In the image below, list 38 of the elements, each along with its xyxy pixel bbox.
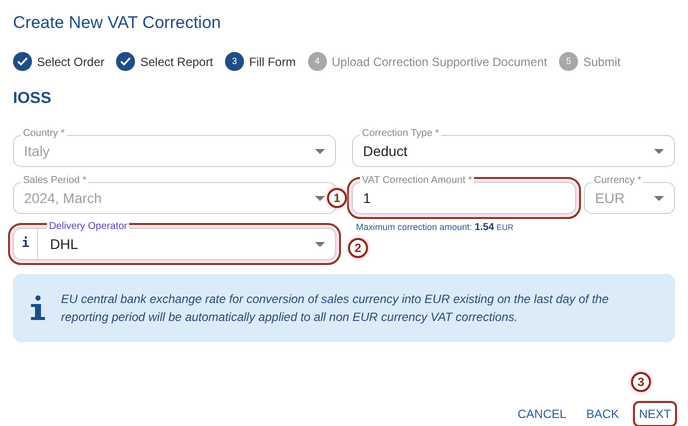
step-number: 4	[308, 52, 327, 71]
callout-number: 3	[630, 372, 651, 392]
field-value: 1	[362, 188, 372, 208]
prefix-label: i	[14, 229, 38, 259]
field-label: Correction Type *	[360, 128, 442, 140]
check-icon	[116, 52, 136, 71]
step-label: Fill Form	[249, 54, 296, 70]
check-icon	[13, 52, 32, 71]
step-label: Submit	[583, 54, 621, 70]
info-icon	[29, 295, 47, 321]
field-label: Country *	[21, 128, 67, 140]
field-label: VAT Correction Amount *	[360, 175, 474, 187]
dropdown-caret-icon	[315, 242, 325, 246]
step-label: Select Order	[37, 54, 104, 70]
dropdown-caret-icon	[654, 148, 664, 154]
footer-button[interactable]: NEXT	[634, 403, 675, 425]
field-value: Italy	[23, 142, 51, 161]
dropdown-caret-icon	[654, 196, 664, 200]
dropdown-caret-icon	[315, 148, 325, 154]
footer-button[interactable]: BACK	[582, 403, 623, 425]
step-number: 5	[559, 52, 578, 71]
callout-number: 1	[327, 188, 347, 208]
dropdown-caret-icon	[315, 196, 325, 200]
info-text: EU central bank exchange rate for conversion of sales currency into EUR existing on the last day of the reporting period will be automatically applied to all non EUR currency VAT corrections.	[61, 291, 610, 326]
field-label: Delivery Operator	[47, 221, 130, 233]
step-label: Select Report	[140, 54, 214, 70]
step-label: Upload Correction Supportive Document	[332, 54, 548, 70]
field-value: 2024, March	[23, 188, 103, 208]
helper-text: Maximum correction amount: 1.54 EUR	[355, 221, 514, 235]
callout-number: 2	[348, 238, 368, 258]
page-title: Create New VAT Correction	[13, 12, 222, 34]
field-label: Currency *	[592, 175, 644, 187]
step-number: 3	[225, 52, 244, 71]
field-value: Deduct	[362, 142, 408, 160]
section-title: IOSS	[13, 89, 52, 109]
field-value: DHL	[49, 234, 80, 254]
field-value: EUR	[594, 188, 626, 208]
footer-button[interactable]: CANCEL	[514, 403, 570, 425]
